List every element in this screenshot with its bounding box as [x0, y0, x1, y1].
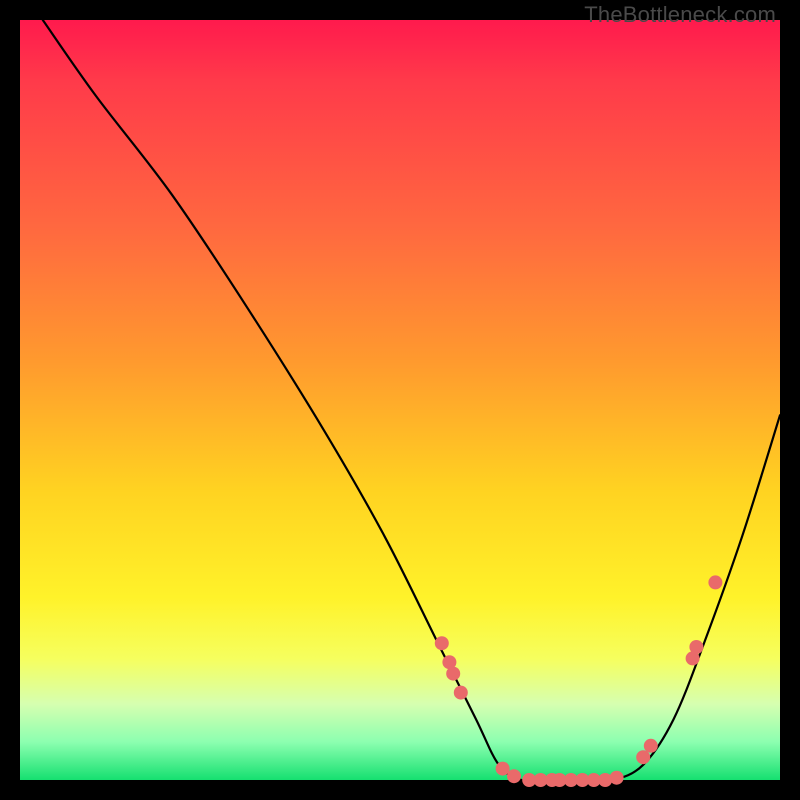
watermark-text: TheBottleneck.com: [584, 2, 776, 28]
data-point: [454, 686, 468, 700]
chart-frame: [20, 20, 780, 780]
data-point: [636, 750, 650, 764]
dot-layer: [435, 575, 723, 787]
bottleneck-curve: [43, 20, 780, 781]
data-point: [435, 636, 449, 650]
data-point: [708, 575, 722, 589]
data-point: [446, 667, 460, 681]
data-point: [507, 769, 521, 783]
data-point: [610, 771, 624, 785]
data-point: [689, 640, 703, 654]
data-point: [644, 739, 658, 753]
chart-svg: [20, 20, 780, 780]
data-point: [496, 762, 510, 776]
